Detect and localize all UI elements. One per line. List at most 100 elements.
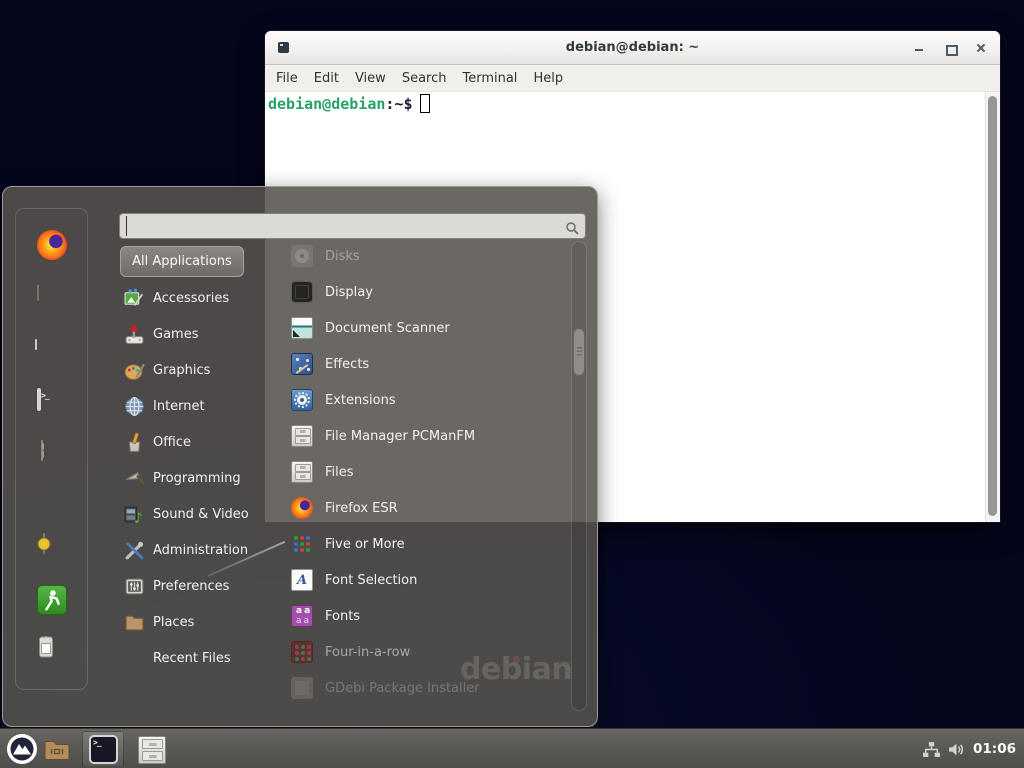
five-or-more-icon [291, 533, 313, 555]
firefox-icon [291, 497, 313, 519]
internet-icon [124, 396, 145, 417]
category-label: Games [153, 327, 198, 342]
terminal-prompt: debian@debian:~$ [268, 94, 430, 113]
sound-video-icon: ♪ [124, 504, 145, 525]
app-label: Document Scanner [325, 321, 450, 336]
category-label: Administration [153, 543, 248, 558]
category-games[interactable]: Games [120, 316, 280, 352]
terminal-icon [89, 735, 118, 764]
app-label: Font Selection [325, 573, 417, 588]
office-icon [124, 432, 145, 453]
network-icon[interactable] [923, 742, 940, 757]
app-item-effects[interactable]: Effects [287, 346, 569, 382]
category-accessories[interactable]: Accessories [120, 280, 280, 316]
display-icon [291, 281, 313, 303]
menu-scrollbar-thumb[interactable] [573, 328, 585, 376]
search-input[interactable] [126, 216, 556, 236]
category-label: Preferences [153, 579, 229, 594]
programming-icon [124, 468, 145, 489]
category-label: All Applications [132, 254, 232, 269]
app-label: Effects [325, 357, 369, 372]
menu-search[interactable]: Search [402, 71, 447, 86]
app-item-gdebi[interactable]: GDebi Package Installer [287, 670, 569, 706]
app-label: Display [325, 285, 373, 300]
menu-terminal[interactable]: Terminal [462, 71, 517, 86]
places-icon [124, 612, 145, 633]
search-box [119, 213, 586, 239]
menu-view[interactable]: View [355, 71, 386, 86]
category-label: Office [153, 435, 191, 450]
menu-file[interactable]: File [276, 71, 298, 86]
category-preferences[interactable]: Preferences [120, 568, 280, 604]
volume-icon[interactable] [948, 742, 965, 757]
maximize-button[interactable] [943, 41, 957, 55]
terminal-window-button[interactable] [82, 731, 124, 767]
category-programming[interactable]: Programming [120, 460, 280, 496]
app-label: Files [325, 465, 354, 480]
app-item-fonts[interactable]: Fonts [287, 598, 569, 634]
file-cabinet-icon [291, 425, 313, 447]
category-administration[interactable]: Administration [120, 532, 280, 568]
category-all-applications[interactable]: All Applications [120, 246, 244, 277]
app-label: Disks [325, 249, 360, 264]
system-tray: 01:06 [923, 729, 1016, 768]
app-label: File Manager PCManFM [325, 429, 475, 444]
fonts-icon [291, 605, 313, 627]
close-button[interactable] [974, 41, 988, 55]
svg-text:♪: ♪ [134, 510, 143, 525]
effects-icon [291, 353, 313, 375]
app-item-font-selection[interactable]: Font Selection [287, 562, 569, 598]
app-item-firefox-esr[interactable]: Firefox ESR [287, 490, 569, 526]
terminal-icon[interactable] [37, 388, 41, 411]
category-label: Sound & Video [153, 507, 249, 522]
app-item-document-scanner[interactable]: Document Scanner [287, 310, 569, 346]
firefox-icon[interactable] [37, 230, 67, 260]
window-title: debian@debian: ~ [265, 40, 1000, 55]
terminal-titlebar[interactable]: debian@debian: ~ [265, 31, 1000, 65]
preferences-icon [124, 576, 145, 597]
category-places[interactable]: Places [120, 604, 280, 640]
logout-icon[interactable] [37, 585, 67, 615]
application-list: Disks Display Document Scanner Effects E… [287, 238, 569, 706]
lock-screen-icon[interactable] [43, 533, 45, 554]
prompt-user-host: debian@debian [268, 95, 385, 113]
distro-menu-icon[interactable] [6, 733, 38, 765]
app-item-disks[interactable]: Disks [287, 238, 569, 274]
file-cabinet-icon[interactable] [41, 440, 43, 461]
category-sound-video[interactable]: ♪ Sound & Video [120, 496, 280, 532]
app-item-four-in-a-row[interactable]: Four-in-a-row [287, 634, 569, 670]
category-label: Accessories [153, 291, 229, 306]
app-label: Fonts [325, 609, 360, 624]
minimize-button[interactable] [912, 41, 926, 55]
category-office[interactable]: Office [120, 424, 280, 460]
app-item-display[interactable]: Display [287, 274, 569, 310]
app-item-file-manager-pcmanfm[interactable]: File Manager PCManFM [287, 418, 569, 454]
category-recent-files[interactable]: Recent Files [120, 640, 280, 676]
desktop-folder-button[interactable] [42, 735, 72, 765]
menu-edit[interactable]: Edit [314, 71, 339, 86]
font-selection-icon [291, 569, 313, 591]
terminal-scrollbar-track[interactable] [985, 92, 1000, 522]
document-scanner-icon [291, 317, 313, 339]
app-label: GDebi Package Installer [325, 681, 480, 696]
category-label: Internet [153, 399, 205, 414]
app-label: Four-in-a-row [325, 645, 410, 660]
gdebi-icon [291, 677, 313, 699]
file-manager-button[interactable] [138, 736, 166, 764]
clock[interactable]: 01:06 [973, 741, 1016, 757]
shutdown-icon[interactable] [45, 636, 47, 657]
app-item-files[interactable]: Files [287, 454, 569, 490]
favorites-column [15, 208, 88, 690]
terminal-scrollbar-thumb[interactable] [988, 96, 997, 516]
disks-icon [291, 245, 313, 267]
category-label: Recent Files [153, 651, 231, 666]
administration-icon [124, 540, 145, 561]
app-item-five-or-more[interactable]: Five or More [287, 526, 569, 562]
category-graphics[interactable]: Graphics [120, 352, 280, 388]
menu-scrollbar-track[interactable] [571, 241, 587, 711]
terminal-icon [278, 42, 289, 53]
category-list: Accessories Games Graphics Internet Offi… [120, 280, 280, 676]
app-item-extensions[interactable]: Extensions [287, 382, 569, 418]
category-internet[interactable]: Internet [120, 388, 280, 424]
menu-help[interactable]: Help [533, 71, 563, 86]
